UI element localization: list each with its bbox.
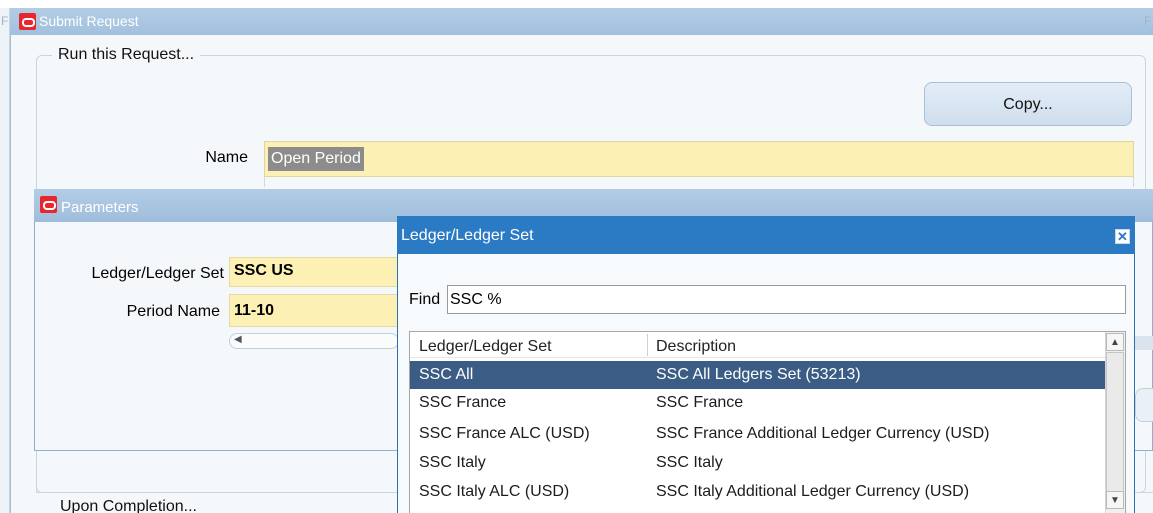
name-field-lower bbox=[264, 177, 1134, 187]
ledger-lov-title: Ledger/Ledger Set bbox=[401, 227, 534, 244]
ledger-cell: SSC Italy bbox=[419, 454, 486, 471]
background-window-label: F bbox=[1, 14, 9, 28]
ledger-label: Ledger/Ledger Set bbox=[91, 265, 224, 282]
description-cell: SSC Italy bbox=[656, 454, 723, 471]
submit-request-titlebar[interactable] bbox=[10, 8, 1153, 35]
find-input[interactable] bbox=[447, 285, 1126, 314]
column-divider[interactable] bbox=[647, 334, 648, 356]
period-name-value[interactable]: 11-10 bbox=[234, 302, 274, 320]
description-cell: SSC Italy Additional Ledger Currency (US… bbox=[656, 483, 970, 500]
description-cell: SSC France bbox=[656, 394, 744, 411]
submit-request-title: Submit Request bbox=[39, 13, 139, 29]
table-row[interactable]: SSC Italy SSC Italy bbox=[410, 449, 1105, 477]
parameters-horizontal-scrollbar[interactable] bbox=[229, 333, 399, 349]
scroll-left-icon[interactable]: ◀ bbox=[234, 334, 242, 345]
scrollbar-thumb[interactable] bbox=[1106, 352, 1124, 492]
background-window-label-right: F bbox=[1144, 14, 1152, 28]
name-label: Name bbox=[205, 149, 248, 166]
name-value[interactable]: Open Period bbox=[268, 147, 364, 171]
ledger-value[interactable]: SSC US bbox=[234, 262, 294, 280]
background-button-edge bbox=[1135, 388, 1153, 422]
scroll-down-icon[interactable]: ▼ bbox=[1106, 491, 1124, 509]
copy-button[interactable]: Copy... bbox=[924, 82, 1132, 126]
column-header-ledger[interactable]: Ledger/Ledger Set bbox=[419, 338, 552, 356]
oracle-logo-icon bbox=[40, 196, 57, 213]
column-header-description[interactable]: Description bbox=[656, 338, 736, 356]
header-separator bbox=[410, 357, 1105, 358]
find-label: Find bbox=[409, 291, 441, 308]
oracle-logo-icon bbox=[19, 13, 36, 30]
background-window-edge bbox=[0, 8, 10, 513]
upon-completion-label: Upon Completion... bbox=[60, 498, 197, 513]
ledger-cell: SSC France ALC (USD) bbox=[419, 425, 590, 442]
background-panel-strip bbox=[1135, 336, 1153, 350]
description-cell: SSC All Ledgers Set (53213) bbox=[656, 366, 861, 383]
period-name-label: Period Name bbox=[126, 303, 220, 320]
parameters-title: Parameters bbox=[61, 199, 139, 216]
name-field[interactable] bbox=[264, 141, 1134, 177]
close-icon[interactable]: ✕ bbox=[1115, 229, 1130, 244]
ledger-cell: SSC France bbox=[419, 394, 507, 411]
ledger-cell: SSC All bbox=[419, 366, 474, 383]
ledger-cell: SSC Italy ALC (USD) bbox=[419, 483, 570, 500]
description-cell: SSC France Additional Ledger Currency (U… bbox=[656, 425, 990, 442]
table-row[interactable]: SSC France SSC France bbox=[410, 389, 1105, 417]
table-row[interactable]: SSC France ALC (USD) SSC France Addition… bbox=[410, 420, 1105, 448]
table-row[interactable]: SSC Italy ALC (USD) SSC Italy Additional… bbox=[410, 478, 1105, 506]
table-row[interactable]: SSC All SSC All Ledgers Set (53213) bbox=[410, 361, 1105, 389]
run-request-legend: Run this Request... bbox=[52, 46, 201, 64]
scroll-up-icon[interactable]: ▲ bbox=[1106, 333, 1124, 351]
